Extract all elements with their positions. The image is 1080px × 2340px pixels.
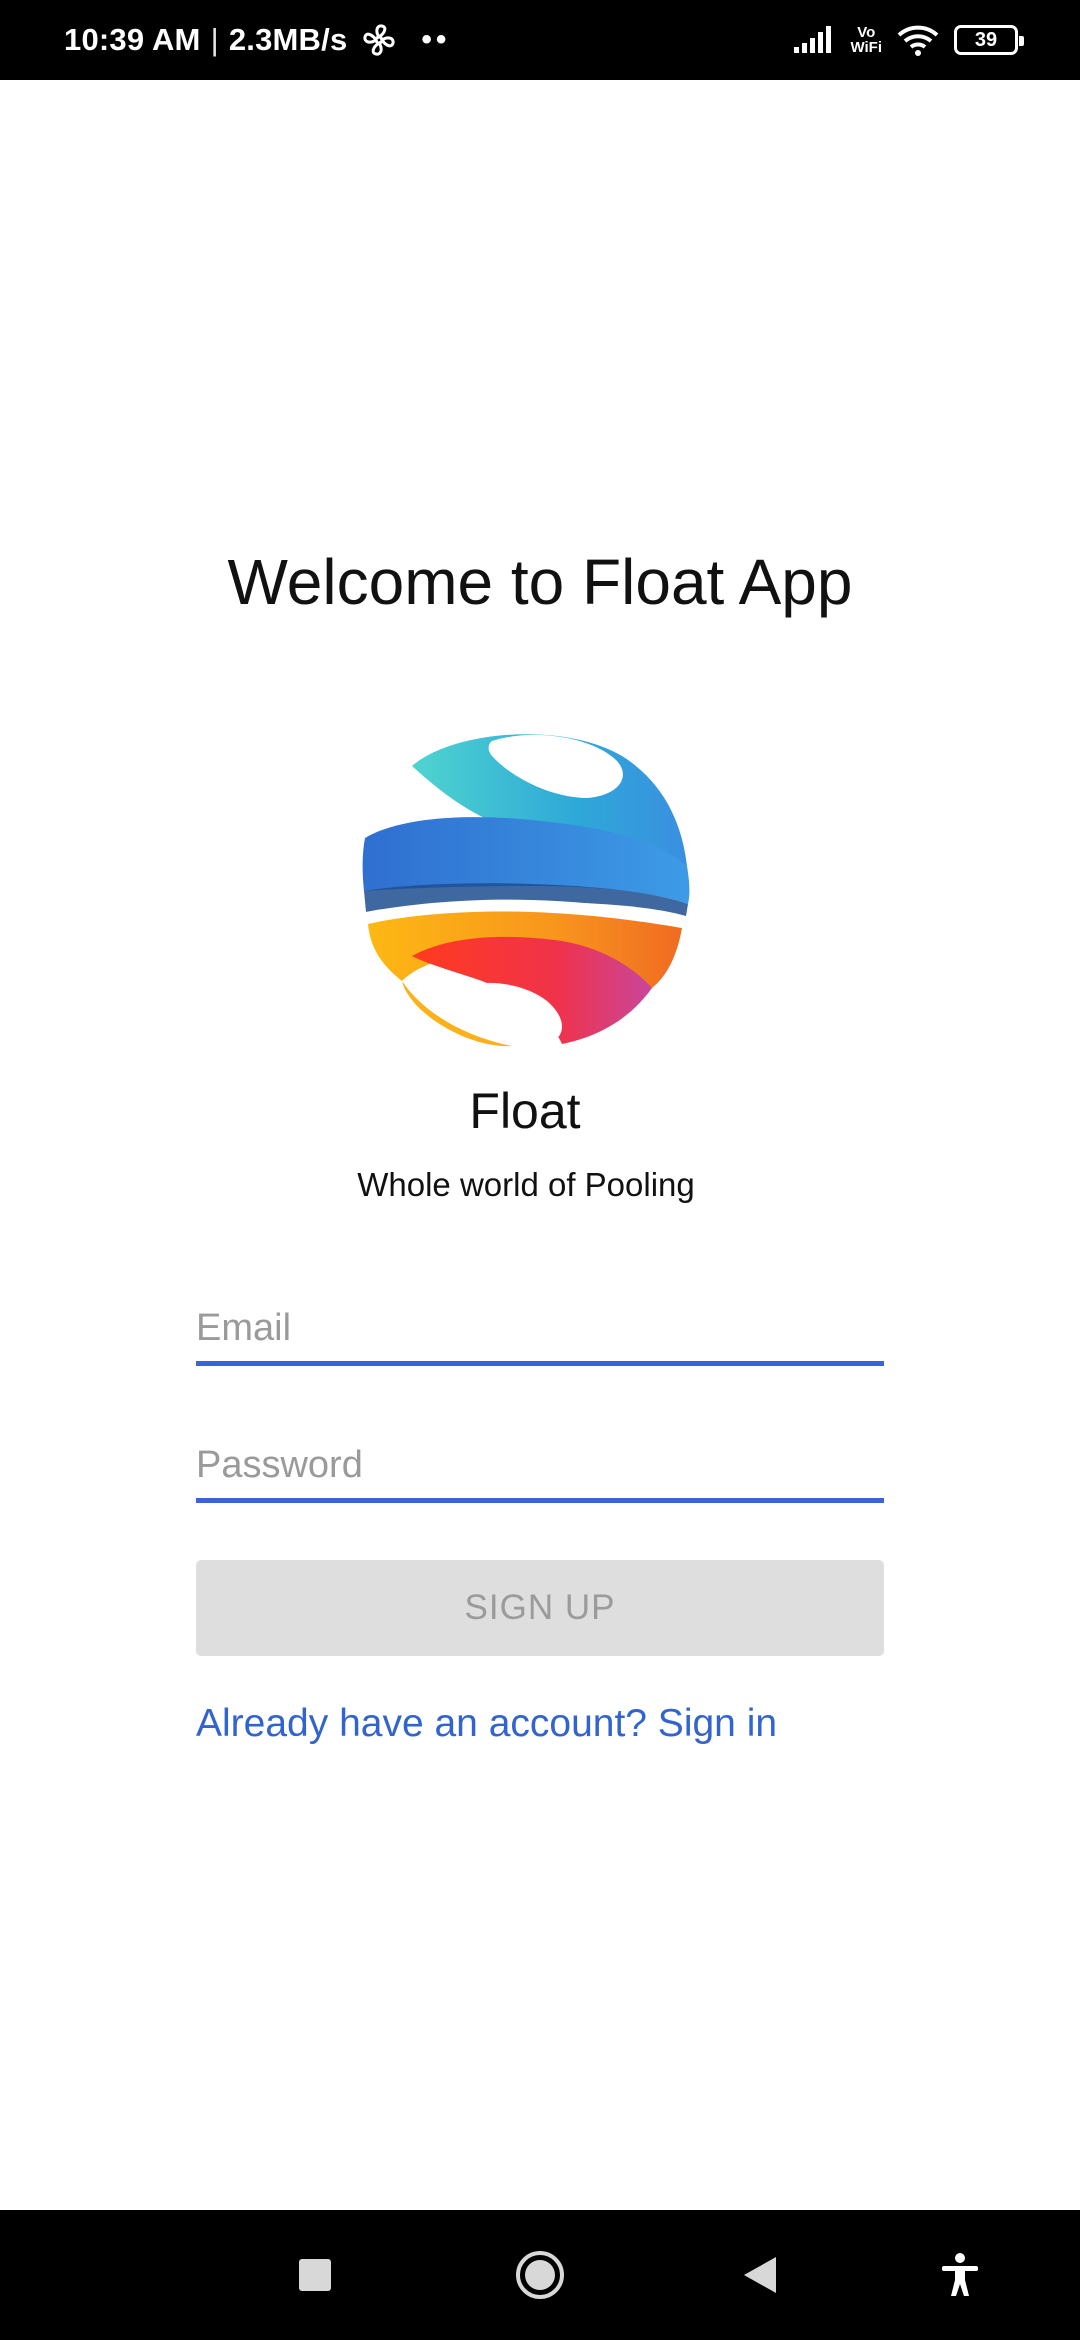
email-field-container	[196, 1296, 884, 1366]
status-right: Vo WiFi 39	[794, 0, 1024, 80]
battery-level: 39	[974, 28, 998, 51]
vowifi-bottom: WiFi	[850, 39, 882, 56]
battery-icon: 39	[954, 25, 1024, 55]
recents-button[interactable]	[280, 2210, 350, 2340]
password-field[interactable]	[196, 1433, 884, 1498]
vowifi-top: Vo	[857, 24, 876, 41]
status-bar: 10:39 AM | 2.3MB/s •• Vo WiFi 39	[0, 0, 1080, 80]
home-button[interactable]	[505, 2210, 575, 2340]
signin-link[interactable]: Already have an account? Sign in	[196, 1702, 777, 1746]
signal-icon	[794, 26, 832, 53]
status-time: 10:39 AM	[64, 22, 201, 57]
accessibility-button[interactable]	[925, 2210, 995, 2340]
back-triangle-icon	[744, 2257, 776, 2293]
password-field-container	[196, 1433, 884, 1503]
welcome-title: Welcome to Float App	[227, 546, 853, 618]
fan-icon	[363, 24, 395, 56]
app-name: Float	[469, 1083, 581, 1139]
vowifi-icon: Vo WiFi	[850, 25, 882, 55]
home-circle-icon	[516, 2251, 564, 2299]
network-speed: 2.3MB/s	[228, 22, 348, 57]
recents-square-icon	[299, 2259, 331, 2291]
accessibility-icon	[942, 2253, 978, 2296]
more-dots-icon: ••	[421, 23, 451, 56]
email-field[interactable]	[196, 1296, 884, 1361]
app-tagline: Whole world of Pooling	[357, 1166, 695, 1203]
status-separator: |	[210, 22, 219, 57]
back-button[interactable]	[725, 2210, 795, 2340]
status-left: 10:39 AM | 2.3MB/s ••	[64, 0, 450, 80]
wifi-icon	[897, 25, 939, 56]
float-logo	[362, 734, 690, 1047]
signup-button[interactable]: SIGN UP	[196, 1560, 884, 1656]
navigation-bar	[0, 2210, 1080, 2340]
